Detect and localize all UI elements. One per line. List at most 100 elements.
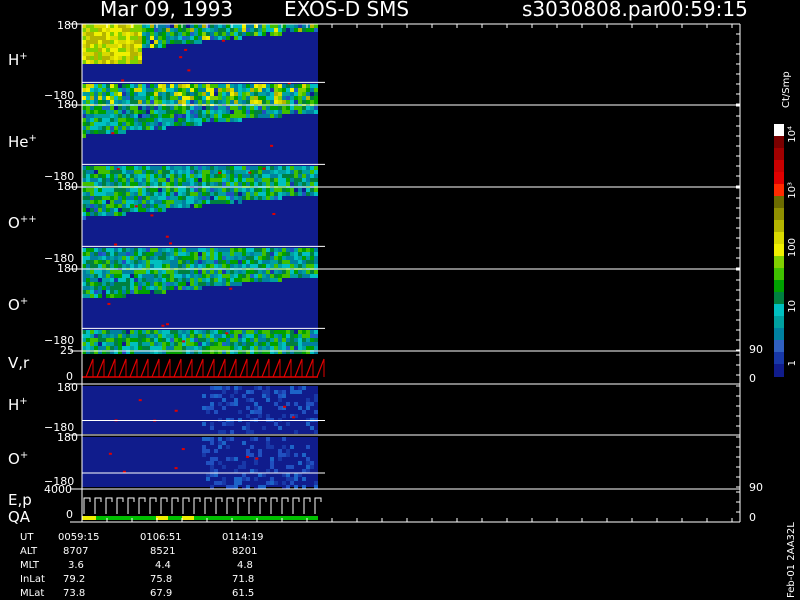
spectrogram-cell: [258, 406, 262, 410]
spectrogram-cell: [274, 248, 278, 252]
spectrogram-cell: [230, 248, 234, 252]
spectrogram-cell: [274, 188, 278, 192]
spectrogram-cell: [266, 96, 270, 100]
spectrogram-cell: [150, 40, 154, 44]
spectrogram-cell: [114, 260, 118, 264]
spectrogram-cell: [222, 342, 226, 346]
spectrogram-cell: [166, 182, 170, 186]
spectrogram-cell: [226, 188, 230, 192]
spectrogram-cell: [194, 338, 198, 342]
spectrogram-cell: [278, 166, 282, 170]
spectrogram-cell: [122, 178, 126, 182]
spectrogram-cell: [218, 346, 222, 350]
spectrogram-cell: [118, 36, 122, 40]
spectrogram-cell: [150, 260, 154, 264]
spectrogram-cell: [110, 126, 114, 130]
spectrogram-cell: [238, 282, 242, 286]
spectrogram-cell: [210, 100, 214, 104]
spectrogram-cell: [198, 204, 202, 208]
panel-label-he-plus: He+: [8, 133, 37, 151]
spectrogram-cell: [258, 106, 262, 110]
spectrogram-cell: [142, 248, 146, 252]
spectrogram-hotspot: [150, 214, 154, 217]
spectrogram-hotspot: [262, 167, 266, 170]
spectrogram-cell: [94, 84, 98, 88]
spectrogram-cell: [138, 178, 142, 182]
ephem-value: 8707: [63, 546, 89, 557]
spectrogram-cell: [146, 252, 150, 256]
spectrogram-cell: [294, 84, 298, 88]
spectrogram-cell: [166, 92, 170, 96]
spectrogram-cell: [118, 200, 122, 204]
spectrogram-cell: [154, 282, 158, 286]
spectrogram-cell: [98, 338, 102, 342]
spectrogram-cell: [106, 334, 110, 338]
spectrogram-cell: [270, 24, 274, 28]
spectrogram-cell: [186, 338, 190, 342]
spectrogram-cell: [178, 330, 182, 334]
spectrogram-cell: [130, 252, 134, 256]
spectrogram-cell: [294, 406, 298, 410]
spectrogram-cell: [222, 200, 226, 204]
spectrogram-cell: [122, 200, 126, 204]
spectrogram-cell: [234, 390, 238, 394]
spectrogram-cell: [286, 106, 290, 110]
spectrogram-cell: [202, 200, 206, 204]
spectrogram-cell: [258, 114, 262, 118]
spectrogram-cell: [310, 100, 314, 104]
spectrogram-cell: [158, 122, 162, 126]
spectrogram-cell: [270, 100, 274, 104]
spectrogram-cell: [146, 330, 150, 334]
spectrogram-cell: [274, 174, 278, 178]
spectrogram-cell: [250, 398, 254, 402]
spectrogram-cell: [214, 110, 218, 114]
spectrogram-hotspot: [179, 56, 183, 59]
spectrogram-cell: [314, 170, 318, 174]
spectrogram-cell: [230, 118, 234, 122]
spectrogram-cell: [90, 248, 94, 252]
spectrogram-cell: [218, 166, 222, 170]
spectrogram-cell: [310, 426, 314, 430]
spectrogram-cell: [82, 126, 86, 130]
spectrogram-cell: [306, 252, 310, 256]
panel-label-o-plus-1: O+: [8, 296, 29, 314]
spectrogram-cell: [194, 166, 198, 170]
spectrogram-cell: [234, 334, 238, 338]
spectrogram-cell: [182, 88, 186, 92]
spectrogram-cell: [110, 24, 114, 28]
spectrogram-cell: [278, 106, 282, 110]
spectrogram-cell: [134, 248, 138, 252]
spectrogram-cell: [194, 282, 198, 286]
spectrogram-cell: [310, 260, 314, 264]
spectrogram-cell: [234, 260, 238, 264]
footer-code: Feb-01 2AA32L: [786, 522, 797, 598]
spectrogram-cell: [174, 166, 178, 170]
spectrogram-cell: [122, 110, 126, 114]
spectrogram-cell: [102, 174, 106, 178]
spectrogram-cell: [190, 264, 194, 268]
spectrogram-cell: [138, 48, 142, 52]
spectrogram-cell: [134, 270, 138, 274]
spectrogram-cell: [186, 24, 190, 28]
spectrogram-cell: [94, 106, 98, 110]
spectrogram-cell: [194, 330, 198, 334]
spectrogram-cell: [82, 274, 86, 278]
spectrogram-cell: [218, 110, 222, 114]
spectrogram-cell: [302, 398, 306, 402]
spectrogram-cell: [314, 469, 318, 473]
spectrogram-cell: [190, 200, 194, 204]
spectrogram-cell: [274, 260, 278, 264]
ep-trace: [292, 497, 300, 514]
spectrogram-cell: [162, 106, 166, 110]
spectrogram-cell: [290, 248, 294, 252]
spectrogram-cell: [210, 338, 214, 342]
spectrogram-cell: [242, 182, 246, 186]
spectrogram-cell: [134, 174, 138, 178]
spectrogram-cell: [166, 256, 170, 260]
spectrogram-cell: [150, 256, 154, 260]
spectrogram-cell: [226, 252, 230, 256]
spectrogram-cell: [230, 402, 234, 406]
spectrogram-cell: [262, 342, 266, 346]
spectrogram-cell: [94, 126, 98, 130]
spectrogram-cell: [86, 182, 90, 186]
